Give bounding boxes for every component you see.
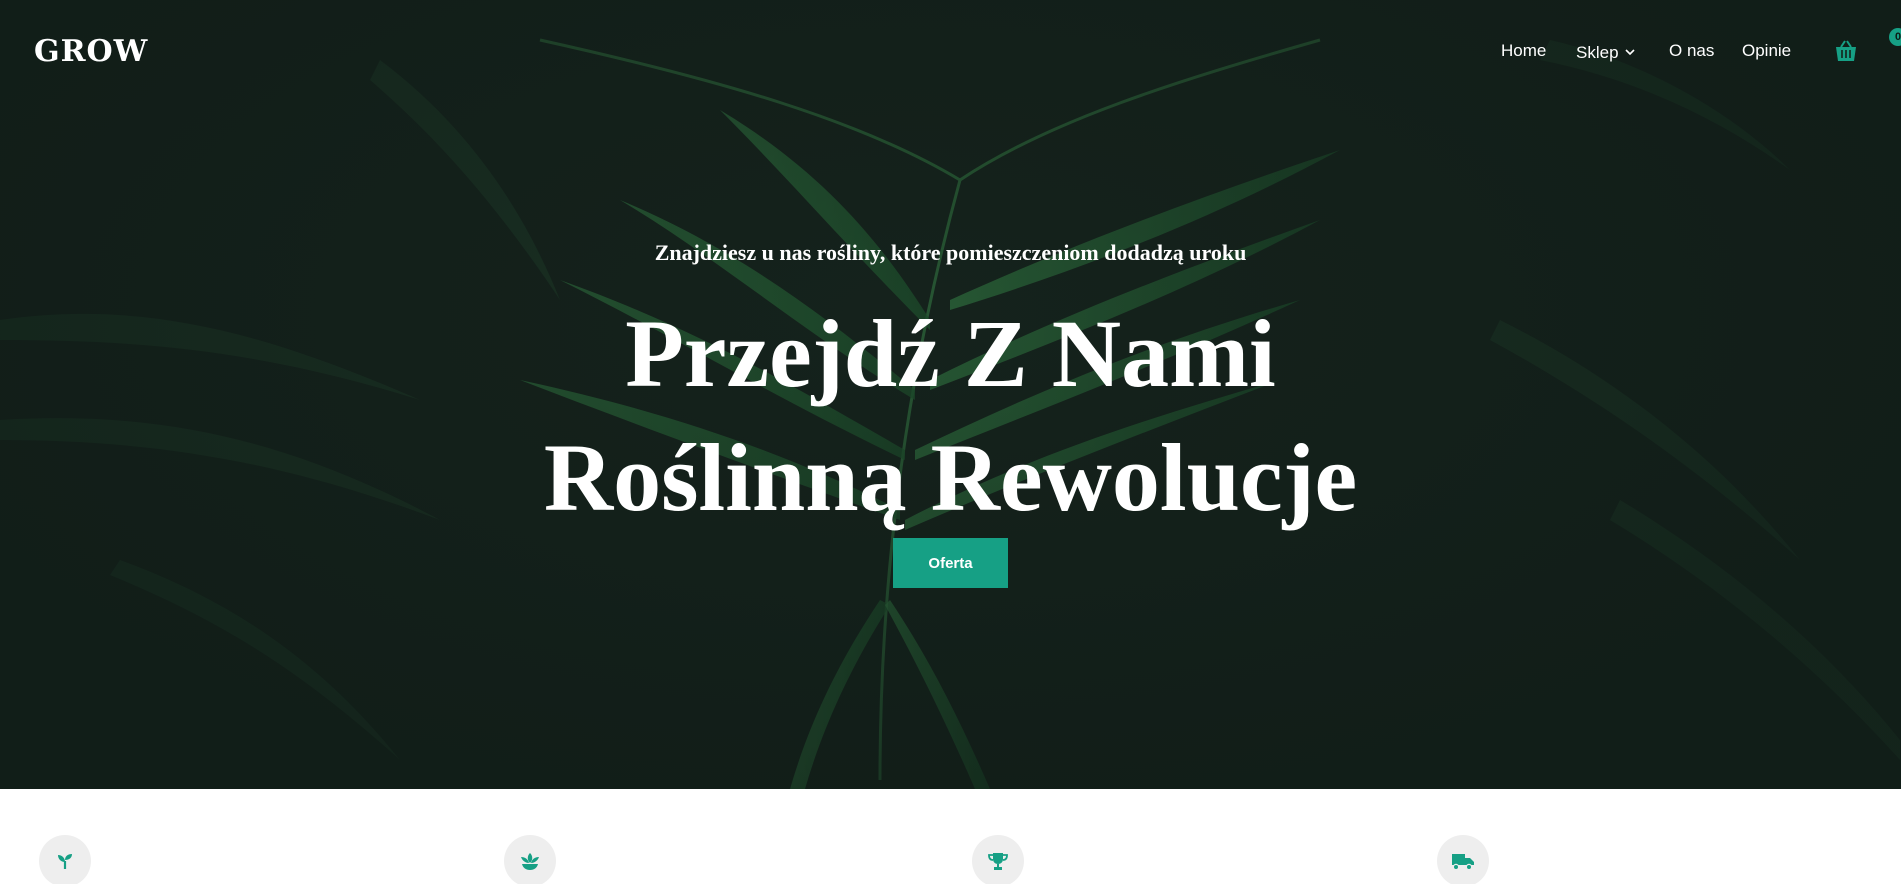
- hero-headline-line-2: Roślinną Rewolucje: [543, 424, 1358, 531]
- hero-headline: Przejdź Z Nami Roślinną Rewolucje: [0, 292, 1901, 540]
- hero-tagline: Znajdziesz u nas rośliny, które pomieszc…: [654, 240, 1247, 265]
- leaf-bowl-icon: [504, 835, 556, 884]
- trophy-icon: [972, 835, 1024, 884]
- chevron-down-icon: [1624, 41, 1635, 61]
- site-logo[interactable]: GROW: [34, 34, 148, 69]
- features-section: [0, 789, 1901, 884]
- truck-icon: [1437, 835, 1489, 884]
- hero-headline-line-1: Przejdź Z Nami: [625, 300, 1276, 407]
- nav-item-sklep-label: Sklep: [1576, 43, 1619, 62]
- nav-item-home[interactable]: Home: [1501, 41, 1546, 61]
- nav-item-sklep[interactable]: Sklep: [1576, 41, 1635, 63]
- nav-item-o-nas[interactable]: O nas: [1669, 41, 1714, 61]
- cart-button[interactable]: [1833, 38, 1859, 64]
- hero-section: GROW Home Sklep O nas Opinie 0 Znajdzies…: [0, 0, 1901, 789]
- basket-icon: [1836, 40, 1856, 61]
- seedling-icon: [39, 835, 91, 884]
- nav-item-opinie[interactable]: Opinie: [1742, 41, 1791, 61]
- offer-button[interactable]: Oferta: [893, 538, 1008, 588]
- cart-count-badge: 0: [1889, 28, 1901, 46]
